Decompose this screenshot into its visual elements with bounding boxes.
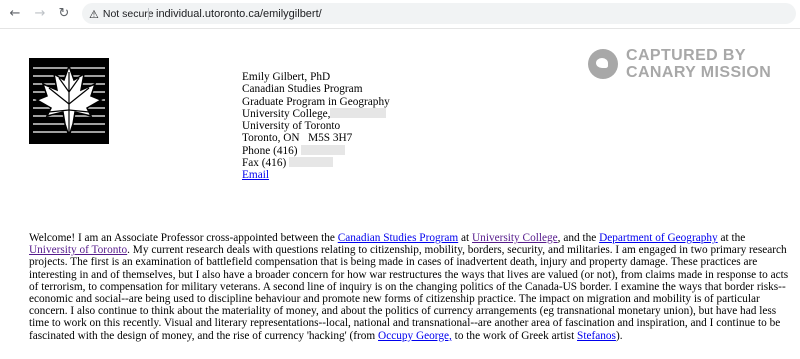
bio-text: to the work of Greek artist bbox=[451, 329, 578, 342]
occupy-george-link[interactable]: Occupy George, bbox=[378, 330, 452, 342]
contact-phone-line: Phone (416) bbox=[242, 144, 390, 157]
bio-text: at bbox=[458, 232, 473, 244]
back-arrow-icon[interactable]: ← bbox=[7, 6, 23, 22]
contact-city: Toronto, ON bbox=[242, 132, 300, 145]
contact-phone: Phone (416) bbox=[242, 144, 298, 157]
university-college-link[interactable]: University College bbox=[472, 232, 558, 244]
canary-mission-watermark: CAPTURED BY CANARY MISSION bbox=[588, 47, 771, 81]
redaction-box bbox=[289, 157, 334, 168]
bio-text: at the bbox=[717, 232, 746, 244]
contact-program: Canadian Studies Program bbox=[242, 83, 363, 96]
contact-college-line: University College, bbox=[242, 107, 390, 120]
security-label: Not secure bbox=[102, 8, 154, 20]
geography-department-link[interactable]: Department of Geography bbox=[599, 232, 718, 244]
contact-block: Emily Gilbert, PhD Canadian Studies Prog… bbox=[242, 71, 390, 182]
contact-fax-line: Fax (416) bbox=[242, 157, 390, 169]
canary-logo-icon bbox=[588, 49, 618, 79]
bio-text: ). bbox=[615, 329, 623, 342]
contact-postal: M5S 3H7 bbox=[308, 132, 353, 145]
bio-text: Welcome! I am an Associate Professor cro… bbox=[29, 232, 338, 244]
canadian-studies-link[interactable]: Canadian Studies Program bbox=[338, 232, 458, 244]
email-link[interactable]: Email bbox=[242, 169, 269, 181]
url-text[interactable]: individual.utoronto.ca/emilygilbert/ bbox=[156, 6, 322, 22]
bio-text: . My current research deals with questio… bbox=[29, 244, 789, 342]
redaction-box bbox=[300, 144, 345, 155]
contact-grad-program: Graduate Program in Geography bbox=[242, 95, 390, 108]
browser-toolbar: ← → ↻ ⚠ Not secure individual.utoronto.c… bbox=[0, 0, 800, 29]
contact-college: University College, bbox=[242, 107, 331, 120]
contact-city-line: Toronto, ON M5S 3H7 bbox=[242, 132, 390, 144]
security-indicator[interactable]: ⚠ Not secure bbox=[89, 6, 154, 22]
watermark-line2: CANARY MISSION bbox=[626, 64, 772, 81]
maple-leaf-logo bbox=[29, 58, 109, 144]
watermark-line1: CAPTURED BY bbox=[626, 47, 746, 64]
contact-name: Emily Gilbert, PhD bbox=[242, 71, 331, 83]
warning-triangle-icon: ⚠ bbox=[89, 7, 99, 21]
forward-arrow-icon[interactable]: → bbox=[32, 6, 48, 22]
bio-paragraph: Welcome! I am an Associate Professor cro… bbox=[29, 232, 789, 342]
university-of-toronto-link[interactable]: University of Toronto bbox=[29, 244, 127, 256]
reload-icon[interactable]: ↻ bbox=[56, 6, 72, 22]
address-divider bbox=[148, 8, 149, 20]
contact-fax: Fax (416) bbox=[242, 157, 287, 170]
redaction-box bbox=[330, 107, 387, 118]
bio-text: , and the bbox=[557, 232, 600, 244]
contact-university: University of Toronto bbox=[242, 120, 341, 133]
stefanos-link[interactable]: Stefanos bbox=[577, 330, 616, 342]
